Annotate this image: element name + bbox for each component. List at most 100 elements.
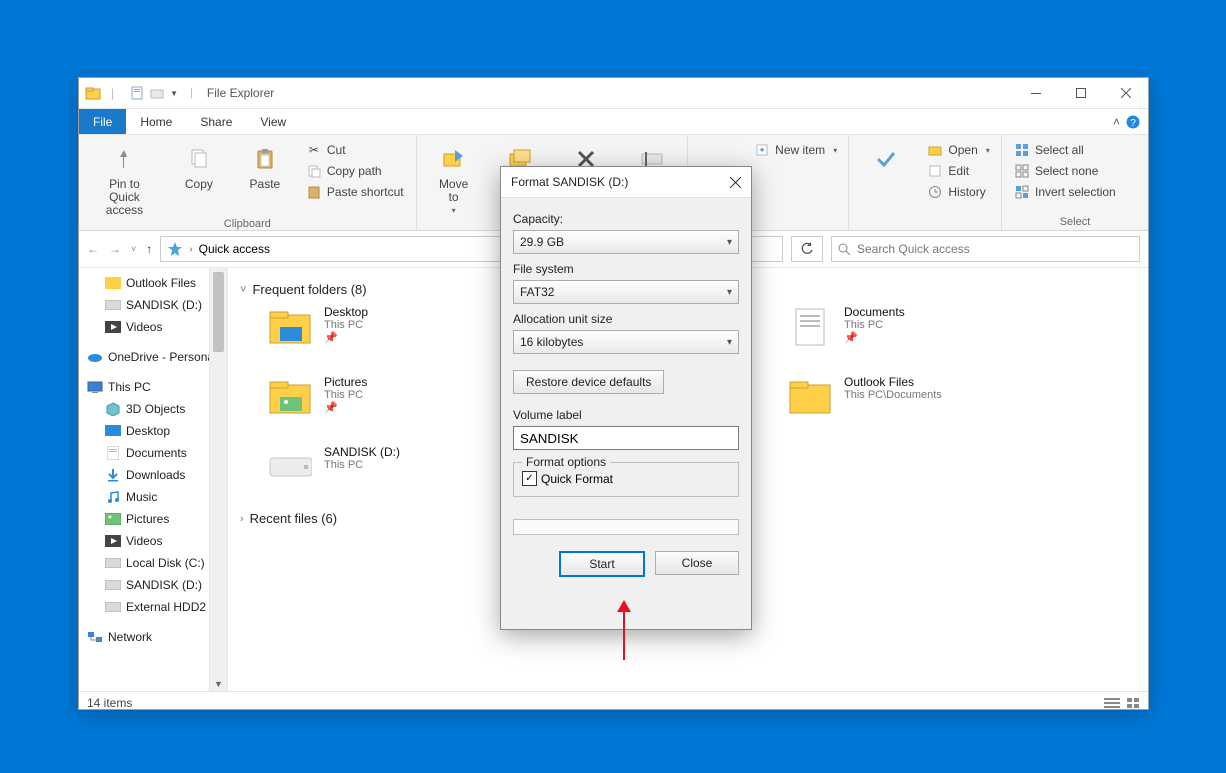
select-none-button[interactable]: Select none [1010, 162, 1120, 180]
tree-item-desktop[interactable]: Desktop [85, 420, 225, 442]
tile-documents[interactable]: DocumentsThis PC📌 [788, 305, 988, 349]
qat-dropdown-icon[interactable]: ▼ [170, 89, 178, 98]
dialog-close-button[interactable] [730, 177, 741, 188]
tree-item-music[interactable]: Music [85, 486, 225, 508]
select-all-button[interactable]: Select all [1010, 141, 1120, 159]
copy-button[interactable]: Copy [170, 139, 228, 191]
recent-dropdown[interactable]: ˅ [131, 244, 136, 254]
new-item-button[interactable]: ✦New item▾ [750, 141, 841, 159]
pin-icon: 📌 [844, 331, 905, 344]
back-button[interactable]: ← [87, 242, 99, 256]
tree-item-external-hdd[interactable]: External HDD2 (E:) [85, 596, 225, 618]
properties-button[interactable] [857, 139, 915, 178]
tile-pictures[interactable]: PicturesThis PC📌 [268, 375, 468, 419]
invert-selection-button[interactable]: Invert selection [1010, 183, 1120, 201]
search-input[interactable]: Search Quick access [831, 236, 1140, 262]
edit-button[interactable]: Edit [923, 162, 993, 180]
quick-access-toolbar: ▼ | [126, 86, 203, 100]
edit-icon [927, 163, 943, 179]
minimize-button[interactable] [1013, 78, 1058, 108]
separator: | [190, 87, 193, 99]
details-view-button[interactable] [1104, 697, 1120, 709]
allocation-label: Allocation unit size [513, 312, 739, 326]
open-button[interactable]: Open▾ [923, 141, 993, 159]
cut-button[interactable]: ✂Cut [302, 141, 408, 159]
tree-item-documents[interactable]: Documents [85, 442, 225, 464]
tab-file[interactable]: File [79, 109, 126, 134]
tree-item-sandisk2[interactable]: SANDISK (D:) [85, 574, 225, 596]
nav-scrollbar[interactable]: ▲▼ [209, 268, 227, 691]
separator: | [111, 86, 114, 100]
paste-shortcut-button[interactable]: Paste shortcut [302, 183, 408, 201]
dialog-title: Format SANDISK (D:) [511, 175, 730, 189]
tree-item-downloads[interactable]: Downloads [85, 464, 225, 486]
pictures-icon [105, 511, 121, 527]
maximize-button[interactable] [1058, 78, 1103, 108]
tile-sandisk[interactable]: SANDISK (D:)This PC [268, 445, 468, 489]
collapse-ribbon-icon[interactable]: ˄ [1113, 115, 1120, 129]
capacity-dropdown[interactable]: 29.9 GB▾ [513, 230, 739, 254]
close-button[interactable] [1103, 78, 1148, 108]
forward-button[interactable]: → [109, 242, 121, 256]
quick-format-checkbox[interactable]: ✓ Quick Format [522, 471, 730, 486]
navigation-pane: Outlook Files SANDISK (D:) Videos OneDri… [79, 268, 228, 691]
paste-shortcut-icon [306, 184, 322, 200]
checkmark-icon [870, 143, 902, 175]
tree-item-local-c[interactable]: Local Disk (C:) [85, 552, 225, 574]
qat-properties-icon[interactable] [130, 86, 144, 100]
move-to-button[interactable]: Move to ▾ [425, 139, 483, 217]
chevron-down-icon: ▾ [727, 337, 732, 348]
clipboard-group-label: Clipboard [87, 217, 408, 230]
svg-text:✦: ✦ [758, 145, 766, 155]
ribbon-group-open: Open▾ Edit History [849, 135, 1002, 230]
restore-defaults-button[interactable]: Restore device defaults [513, 370, 664, 394]
copy-path-icon [306, 163, 322, 179]
copy-path-button[interactable]: Copy path [302, 162, 408, 180]
tab-share[interactable]: Share [186, 109, 246, 134]
allocation-dropdown[interactable]: 16 kilobytes▾ [513, 330, 739, 354]
titlebar-left-icons: | [79, 85, 126, 101]
tile-desktop[interactable]: DesktopThis PC📌 [268, 305, 468, 349]
documents-icon [788, 305, 832, 349]
tree-item-pictures[interactable]: Pictures [85, 508, 225, 530]
folder-icon [105, 275, 121, 291]
move-to-icon [438, 143, 470, 175]
tree-item-sandisk[interactable]: SANDISK (D:) [85, 294, 225, 316]
copy-label: Copy [185, 178, 213, 191]
tab-home[interactable]: Home [126, 109, 186, 134]
tree-item-videos2[interactable]: Videos [85, 530, 225, 552]
qat-newfolder-icon[interactable] [150, 86, 164, 100]
format-options-label: Format options [522, 455, 610, 469]
pin-to-quick-access-button[interactable]: Pin to Quick access [87, 139, 162, 217]
clipboard-small: ✂Cut Copy path Paste shortcut [302, 139, 408, 201]
help-icon[interactable]: ? [1126, 115, 1140, 129]
music-icon [105, 489, 121, 505]
tree-item-outlook-files[interactable]: Outlook Files [85, 272, 225, 294]
tree-item-this-pc[interactable]: This PC [85, 376, 225, 398]
dialog-footer: Start Close [501, 543, 751, 587]
tree-item-onedrive[interactable]: OneDrive - Personal [85, 346, 225, 368]
documents-icon [105, 445, 121, 461]
large-icons-view-button[interactable] [1126, 697, 1140, 709]
ribbon-group-clipboard: Pin to Quick access Copy Paste ✂Cut Copy… [79, 135, 417, 230]
search-placeholder: Search Quick access [857, 242, 970, 256]
history-button[interactable]: History [923, 183, 993, 201]
quick-access-icon [167, 241, 183, 257]
refresh-button[interactable] [791, 236, 823, 262]
search-icon [838, 243, 851, 256]
start-button[interactable]: Start [559, 551, 645, 577]
window-controls [1013, 78, 1148, 108]
tile-outlook-files[interactable]: Outlook FilesThis PC\Documents [788, 375, 988, 419]
tree-item-network[interactable]: Network [85, 626, 225, 648]
filesystem-dropdown[interactable]: FAT32▾ [513, 280, 739, 304]
drive-icon [105, 599, 121, 615]
downloads-icon [105, 467, 121, 483]
tree-item-videos[interactable]: Videos [85, 316, 225, 338]
volume-label-input[interactable] [513, 426, 739, 450]
tab-view[interactable]: View [246, 109, 300, 134]
paste-button[interactable]: Paste [236, 139, 294, 191]
drive-icon [105, 555, 121, 571]
tree-item-3d-objects[interactable]: 3D Objects [85, 398, 225, 420]
close-button[interactable]: Close [655, 551, 739, 575]
up-button[interactable]: ↑ [146, 242, 152, 256]
